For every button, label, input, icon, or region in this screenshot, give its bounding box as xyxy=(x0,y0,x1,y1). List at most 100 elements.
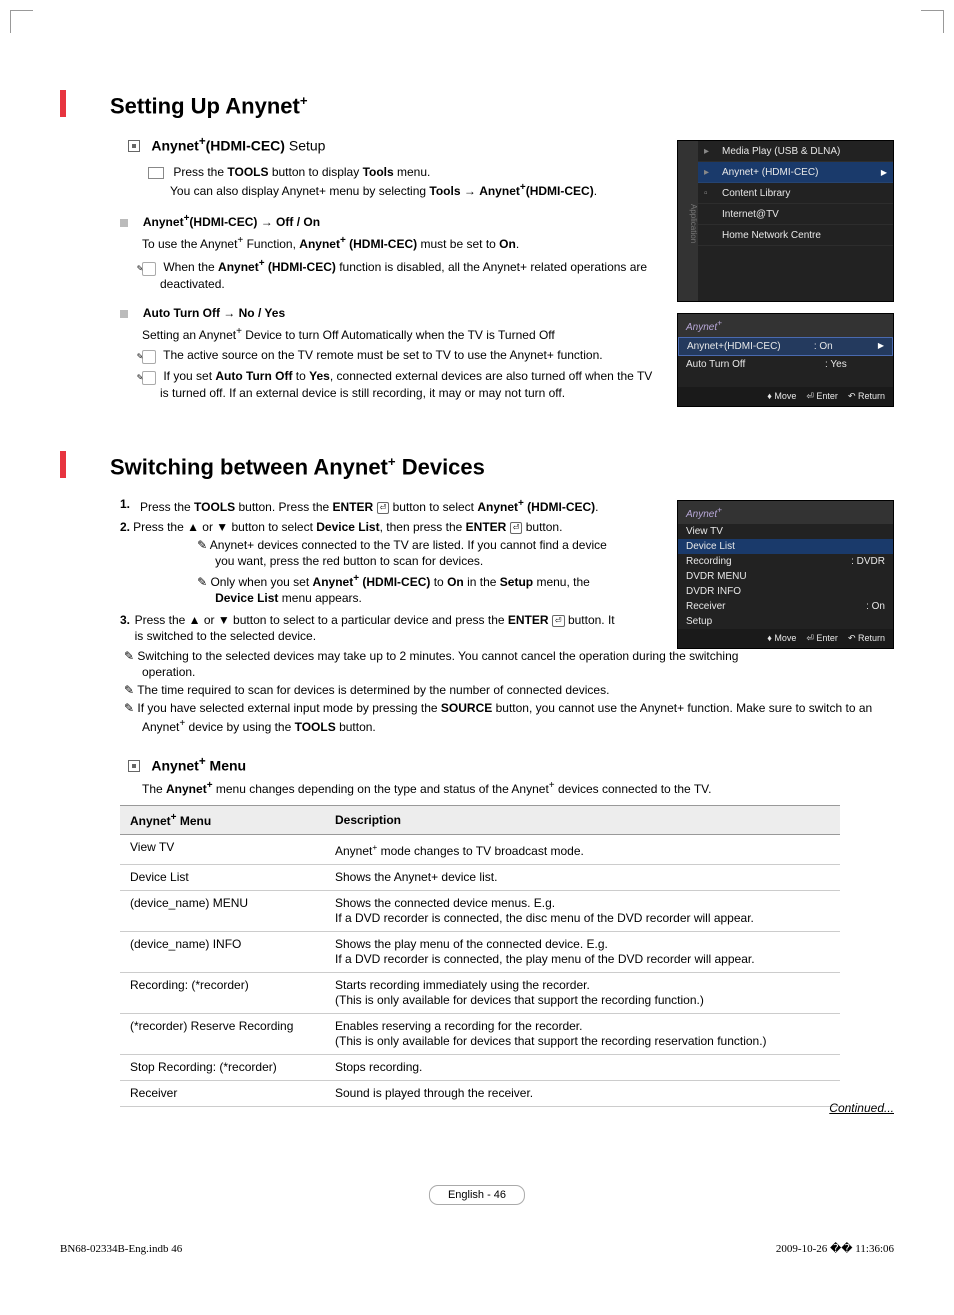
pn3e: TOOLS xyxy=(295,720,336,734)
osd2-footer: ♦ Move ⏎ Enter ↶ Return xyxy=(678,387,893,406)
i2c: → xyxy=(461,184,480,198)
sub1-b: (HDMI-CEC) xyxy=(206,138,285,154)
s2n1: Anynet+ devices connected to the TV are … xyxy=(210,538,607,568)
osd3-footer: ♦ Move ⏎ Enter ↶ Return xyxy=(678,629,893,648)
o2bs: + xyxy=(717,318,722,328)
osd3-row-view[interactable]: View TV xyxy=(678,524,893,539)
post-note2: ✎ The time required to scan for devices … xyxy=(142,682,894,698)
osd1-row-anynet[interactable]: ▸Anynet+ (HDMI-CEC)▶ xyxy=(698,162,893,183)
pn3d: device by using the xyxy=(185,720,294,734)
san1a: When the xyxy=(163,260,218,274)
osd3-row-devicelist[interactable]: Device List xyxy=(678,539,893,554)
osd3-row-dvdrinfo[interactable]: DVDR INFO xyxy=(678,584,893,599)
sb1b: Device to turn Off Automatically when th… xyxy=(242,328,555,342)
i2b: Tools xyxy=(429,184,460,198)
msb: Menu xyxy=(206,758,246,774)
o3f2: Enter xyxy=(816,633,838,643)
o2f2: Enter xyxy=(816,391,838,401)
osd3-header: Anynet+ xyxy=(678,501,893,524)
osd-anynet-device-menu: Anynet+ View TV Device List Recording: D… xyxy=(677,500,894,649)
osd1-row-internet[interactable]: Internet@TV xyxy=(698,204,893,225)
table-cell-desc: Anynet+ mode changes to TV broadcast mod… xyxy=(325,834,840,864)
h1b-a: Switching between Anynet xyxy=(110,454,388,479)
sb-line1: Setting an Anynet+ Device to turn Off Au… xyxy=(142,324,642,343)
s1f: Anynet xyxy=(477,500,518,514)
square-bullet-icon xyxy=(128,760,140,772)
sa-tb: (HDMI-CEC) → Off / On xyxy=(189,215,320,229)
sa1f: On xyxy=(499,237,516,251)
o3f1: Move xyxy=(774,633,796,643)
anynet-menu-table: Anynet+ Menu Description View TVAnynet+ … xyxy=(120,805,840,1107)
table-row: Stop Recording: (*recorder)Stops recordi… xyxy=(120,1054,840,1080)
pn2: The time required to scan for devices is… xyxy=(137,683,609,697)
crop-mark-tl xyxy=(10,10,33,33)
osd1-row-content[interactable]: ▫Content Library xyxy=(698,183,893,204)
h1b-sup: + xyxy=(388,454,396,469)
o2f1: Move xyxy=(774,391,796,401)
h1b-t: Devices xyxy=(396,454,485,479)
move-hint: ♦ Move xyxy=(767,633,796,644)
osd-anynet-settings: Anynet+ Anynet+(HDMI-CEC): On▶ Auto Turn… xyxy=(677,313,894,407)
s2n2e: On xyxy=(447,575,464,589)
osd3-row-setup[interactable]: Setup xyxy=(678,614,893,629)
step2-note2: ✎ Only when you set Anynet+ (HDMI-CEC) t… xyxy=(215,571,620,606)
s1e: button to select xyxy=(389,500,477,514)
osd3-row-receiver[interactable]: Receiver: On xyxy=(678,599,893,614)
osd1r2: Anynet+ (HDMI-CEC) xyxy=(722,167,818,178)
o2v2: : Yes xyxy=(825,359,885,370)
crop-mark-tr xyxy=(921,10,944,33)
bullet-auto-turnoff: Auto Turn Off → No / Yes xyxy=(120,306,620,320)
osd1-row-media[interactable]: ▸Media Play (USB & DLNA) xyxy=(698,141,893,162)
sa-note1: ✎ When the Anynet+ (HDMI-CEC) function i… xyxy=(160,256,660,292)
table-row: (*recorder) Reserve RecordingEnables res… xyxy=(120,1013,840,1054)
osd1r3: Content Library xyxy=(722,188,790,199)
s1d: ENTER xyxy=(333,500,374,514)
table-row: Device ListShows the Anynet+ device list… xyxy=(120,864,840,890)
step-num-2: 2. xyxy=(120,519,133,608)
chevron-right-icon: ▶ xyxy=(881,168,887,177)
intro-lines: Press the TOOLS button to display Tools … xyxy=(148,164,648,199)
s2n2i: Device List xyxy=(215,591,278,605)
osd1-side-label: Application xyxy=(678,141,698,301)
o3f3: Return xyxy=(858,633,885,643)
note-icon: ✎ xyxy=(124,649,134,663)
s2n2b: Anynet xyxy=(313,575,354,589)
osd3-row-recording[interactable]: Recording: DVDR xyxy=(678,554,893,569)
osd2-row-hdmi[interactable]: Anynet+(HDMI-CEC): On▶ xyxy=(678,337,893,356)
osd1r5: Home Network Centre xyxy=(722,230,821,241)
pn1: Switching to the selected devices may ta… xyxy=(137,649,738,679)
s2n2f: in the xyxy=(464,575,500,589)
step-2: 2. Press the ▲ or ▼ button to select Dev… xyxy=(120,519,620,608)
heading-switching: Switching between Anynet+ Devices xyxy=(60,451,894,478)
s2n2h: menu, the xyxy=(533,575,590,589)
osd2-row-auto[interactable]: Auto Turn Off: Yes xyxy=(678,356,893,373)
heading-setup-text: Setting Up Anynet xyxy=(110,93,300,118)
sbn2a: If you set xyxy=(163,369,215,383)
note-icon: ✎ xyxy=(142,371,156,385)
s1b: TOOLS xyxy=(194,500,235,514)
enter-hint: ⏎ Enter xyxy=(806,633,838,644)
san1c: (HDMI-CEC) xyxy=(265,260,336,274)
step-num-1: 1. xyxy=(120,496,140,515)
bullet-hdmi-offon: Anynet+(HDMI-CEC) → Off / On xyxy=(120,213,620,229)
osd1r4: Internet@TV xyxy=(722,209,779,220)
sa1d: (HDMI-CEC) xyxy=(346,237,417,251)
osd1-row-home[interactable]: Home Network Centre xyxy=(698,225,893,246)
i1a: Press the xyxy=(173,165,227,179)
osd-application-menu: Application ▸Media Play (USB & DLNA) ▸An… xyxy=(677,140,894,302)
return-hint: ↶ Return xyxy=(848,633,885,644)
i1b: TOOLS xyxy=(227,165,268,179)
s1a: Press the xyxy=(140,500,194,514)
mia: The xyxy=(142,782,166,796)
s2b: Device List xyxy=(316,520,379,534)
table-cell-menu: View TV xyxy=(120,834,325,864)
grey-square-icon xyxy=(120,310,128,318)
media-icon: ▸ xyxy=(704,146,722,157)
note-icon: ✎ xyxy=(124,683,134,697)
table-cell-menu: (device_name) INFO xyxy=(120,931,325,972)
anynet-menu-subheading: Anynet+ Menu xyxy=(128,755,894,774)
sa1c: Anynet xyxy=(299,237,340,251)
osd3-row-dvdrmenu[interactable]: DVDR MENU xyxy=(678,569,893,584)
pn3b: SOURCE xyxy=(441,701,492,715)
table-row: View TVAnynet+ mode changes to TV broadc… xyxy=(120,834,840,864)
